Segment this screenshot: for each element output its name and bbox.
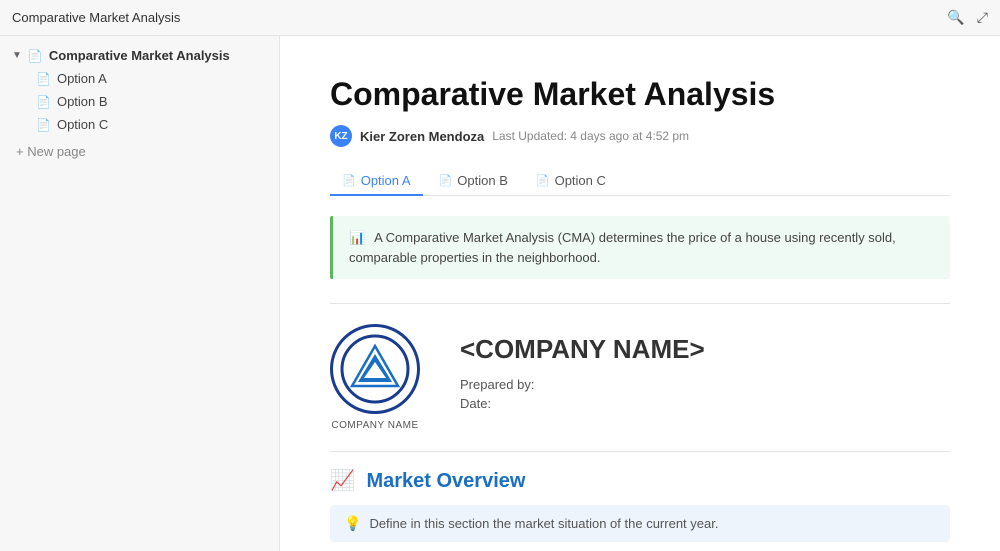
company-section: COMPANY NAME <COMPANY NAME> Prepared by:… (330, 324, 950, 431)
divider-2 (330, 451, 950, 452)
search-icon[interactable]: 🔍 (947, 9, 964, 26)
market-overview-title: 📈 Market Overview (330, 468, 950, 493)
company-name-title: <COMPANY NAME> (460, 334, 950, 365)
info-text: A Comparative Market Analysis (CMA) dete… (349, 230, 896, 265)
chart-icon: 📊 (349, 230, 365, 245)
company-logo-label: COMPANY NAME (331, 420, 418, 431)
hint-box: 💡 Define in this section the market situ… (330, 505, 950, 542)
bulb-icon: 💡 (344, 515, 361, 532)
meta-row: KZ Kier Zoren Mendoza Last Updated: 4 da… (330, 125, 950, 147)
page-icon-a: 📄 (36, 72, 51, 86)
sidebar-item-option-b[interactable]: 📄 Option B (0, 90, 279, 113)
tab-option-a[interactable]: 📄 Option A (330, 167, 423, 196)
sidebar-item-label: Option C (57, 117, 108, 132)
author-name: Kier Zoren Mendoza (360, 129, 484, 144)
market-overview-section: 📈 Market Overview 💡 Define in this secti… (330, 468, 950, 551)
tab-option-b[interactable]: 📄 Option B (427, 167, 520, 196)
company-info: <COMPANY NAME> Prepared by: Date: (460, 324, 950, 411)
market-icon: 📈 (330, 470, 355, 492)
divider-1 (330, 303, 950, 304)
main-layout: ▼ 📄 Comparative Market Analysis 📄 Option… (0, 36, 1000, 551)
tab-page-icon-a: 📄 (342, 174, 356, 187)
tab-page-icon-b: 📄 (439, 174, 453, 187)
logo-svg (340, 334, 410, 404)
root-page-icon: 📄 (28, 49, 43, 63)
prepared-by: Prepared by: (460, 377, 950, 392)
page-icon-c: 📄 (36, 118, 51, 132)
new-page-button[interactable]: + New page (0, 140, 279, 163)
hint-text: Define in this section the market situat… (369, 516, 718, 531)
page-icon-b: 📄 (36, 95, 51, 109)
sidebar-item-label: Option A (57, 71, 107, 86)
company-logo-area: COMPANY NAME (330, 324, 420, 431)
sidebar-root-item[interactable]: ▼ 📄 Comparative Market Analysis (0, 44, 279, 67)
avatar: KZ (330, 125, 352, 147)
last-updated: Last Updated: 4 days ago at 4:52 pm (492, 129, 689, 143)
chevron-down-icon: ▼ (12, 50, 22, 61)
sidebar-item-label: Option B (57, 94, 108, 109)
top-bar: Comparative Market Analysis 🔍 ⤢ (0, 0, 1000, 36)
tab-label-b: Option B (457, 173, 508, 188)
page-title: Comparative Market Analysis (330, 76, 950, 113)
sidebar-item-option-c[interactable]: 📄 Option C (0, 113, 279, 136)
sidebar: ▼ 📄 Comparative Market Analysis 📄 Option… (0, 36, 280, 551)
content-area: Comparative Market Analysis KZ Kier Zore… (280, 36, 1000, 551)
company-logo (330, 324, 420, 414)
tab-option-c[interactable]: 📄 Option C (524, 167, 618, 196)
tabs-row: 📄 Option A 📄 Option B 📄 Option C (330, 167, 950, 196)
info-box: 📊 A Comparative Market Analysis (CMA) de… (330, 216, 950, 279)
date-field: Date: (460, 396, 950, 411)
top-bar-actions: 🔍 ⤢ (947, 9, 988, 26)
top-bar-title: Comparative Market Analysis (12, 10, 180, 25)
new-page-label: + New page (16, 144, 86, 159)
expand-icon[interactable]: ⤢ (977, 9, 988, 26)
sidebar-item-option-a[interactable]: 📄 Option A (0, 67, 279, 90)
tab-label-c: Option C (555, 173, 606, 188)
tab-page-icon-c: 📄 (536, 174, 550, 187)
sidebar-root-label: Comparative Market Analysis (49, 48, 230, 63)
tab-label-a: Option A (361, 173, 411, 188)
